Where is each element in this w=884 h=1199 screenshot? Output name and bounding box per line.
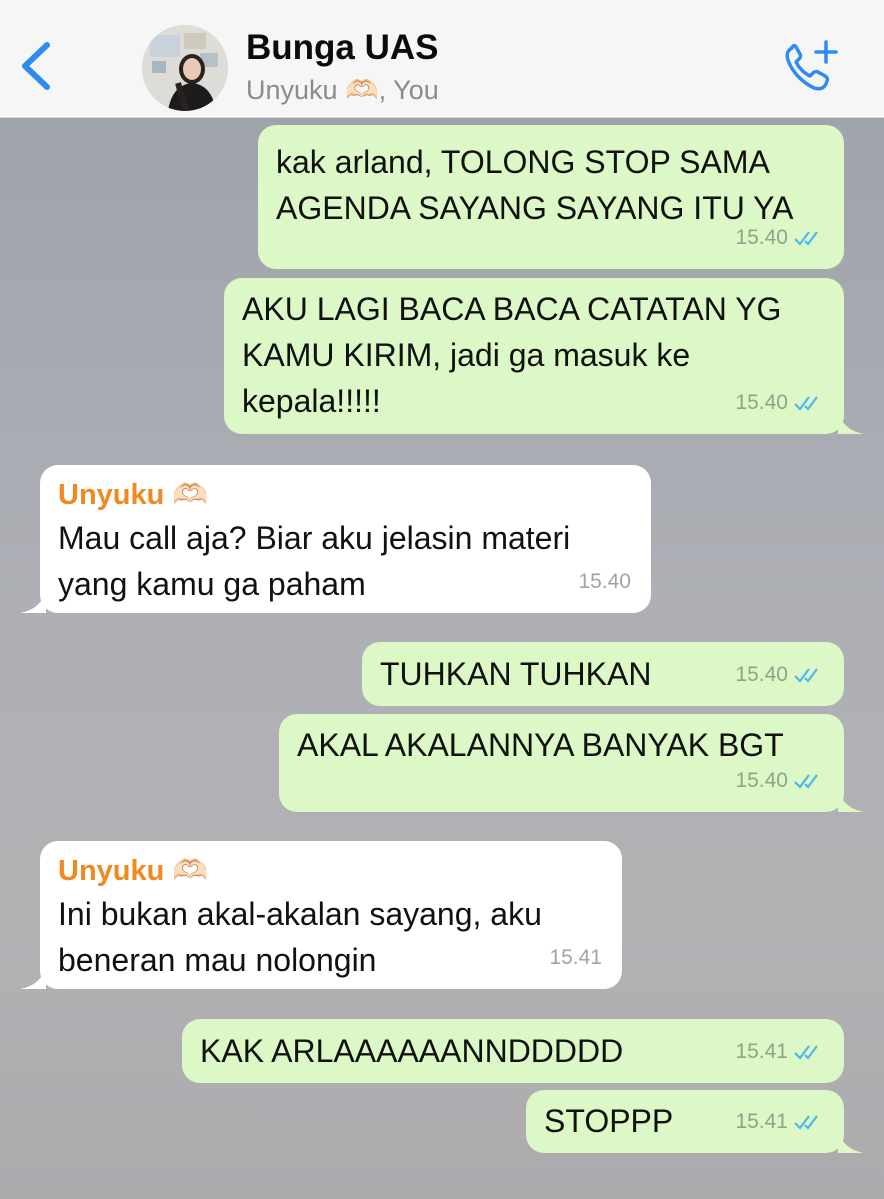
double-check-icon: [794, 396, 818, 411]
double-check-icon: [794, 668, 818, 683]
bubble-tail: [20, 965, 46, 989]
incoming-message[interactable]: Unyuku 🫶🏻 Ini bukan akal-akalan sayang, …: [20, 841, 622, 989]
message-meta: 15.41: [735, 1099, 824, 1145]
message-time: 15.40: [578, 570, 631, 593]
message-list[interactable]: kak arland, TOLONG STOP SAMA AGENDA SAYA…: [0, 118, 884, 1199]
chevron-left-icon: [22, 42, 50, 90]
bubble-tail: [838, 1129, 864, 1153]
message-text: KAK ARLAAAAAANNDDDDD: [200, 1033, 624, 1069]
double-check-icon: [794, 1115, 818, 1130]
chat-participants[interactable]: Unyuku 🫶🏻, You: [246, 74, 439, 106]
avatar-photo: [142, 25, 228, 111]
outgoing-message[interactable]: KAK ARLAAAAAANNDDDDD 15.41: [182, 1019, 844, 1083]
outgoing-message[interactable]: TUHKAN TUHKAN 15.40: [362, 642, 844, 706]
sender-name[interactable]: Unyuku 🫶🏻: [58, 475, 633, 515]
message-meta: 15.40: [735, 380, 824, 426]
chat-title[interactable]: Bunga UAS: [246, 28, 439, 68]
sender-name[interactable]: Unyuku 🫶🏻: [58, 851, 604, 891]
add-call-button[interactable]: [778, 38, 844, 98]
message-time: 15.41: [735, 1110, 788, 1133]
phone-plus-icon: [785, 40, 838, 91]
message-text: Ini bukan akal-akalan sayang, aku benera…: [58, 896, 542, 978]
message-meta: 15.40: [735, 215, 824, 261]
double-check-icon: [794, 774, 818, 789]
message-time: 15.40: [735, 663, 788, 686]
outgoing-message[interactable]: STOPPP 15.41: [526, 1090, 864, 1153]
bubble-tail: [838, 410, 864, 434]
chat-header: Bunga UAS Unyuku 🫶🏻, You: [0, 0, 884, 118]
message-time: 15.40: [735, 391, 788, 414]
outgoing-message[interactable]: kak arland, TOLONG STOP SAMA AGENDA SAYA…: [258, 125, 844, 269]
avatar[interactable]: [142, 25, 228, 111]
message-meta: 15.41: [735, 1029, 824, 1075]
incoming-message[interactable]: Unyuku 🫶🏻 Mau call aja? Biar aku jelasin…: [20, 465, 651, 613]
back-button[interactable]: [14, 34, 58, 98]
message-meta: 15.40: [578, 559, 631, 605]
double-check-icon: [794, 1045, 818, 1060]
outgoing-message[interactable]: AKU LAGI BACA BACA CATATAN YG KAMU KIRIM…: [224, 278, 864, 434]
message-time: 15.40: [735, 769, 788, 792]
message-meta: 15.40: [735, 758, 824, 804]
message-time: 15.41: [735, 1040, 788, 1063]
outgoing-message[interactable]: AKAL AKALANNYA BANYAK BGT 15.40: [279, 714, 864, 812]
message-time: 15.40: [735, 226, 788, 249]
message-time: 15.41: [549, 946, 602, 969]
message-text: Mau call aja? Biar aku jelasin materi ya…: [58, 520, 571, 602]
bubble-tail: [20, 589, 46, 613]
double-check-icon: [794, 231, 818, 246]
bubble-tail: [838, 788, 864, 812]
message-meta: 15.41: [549, 935, 602, 981]
message-meta: 15.40: [735, 652, 824, 698]
